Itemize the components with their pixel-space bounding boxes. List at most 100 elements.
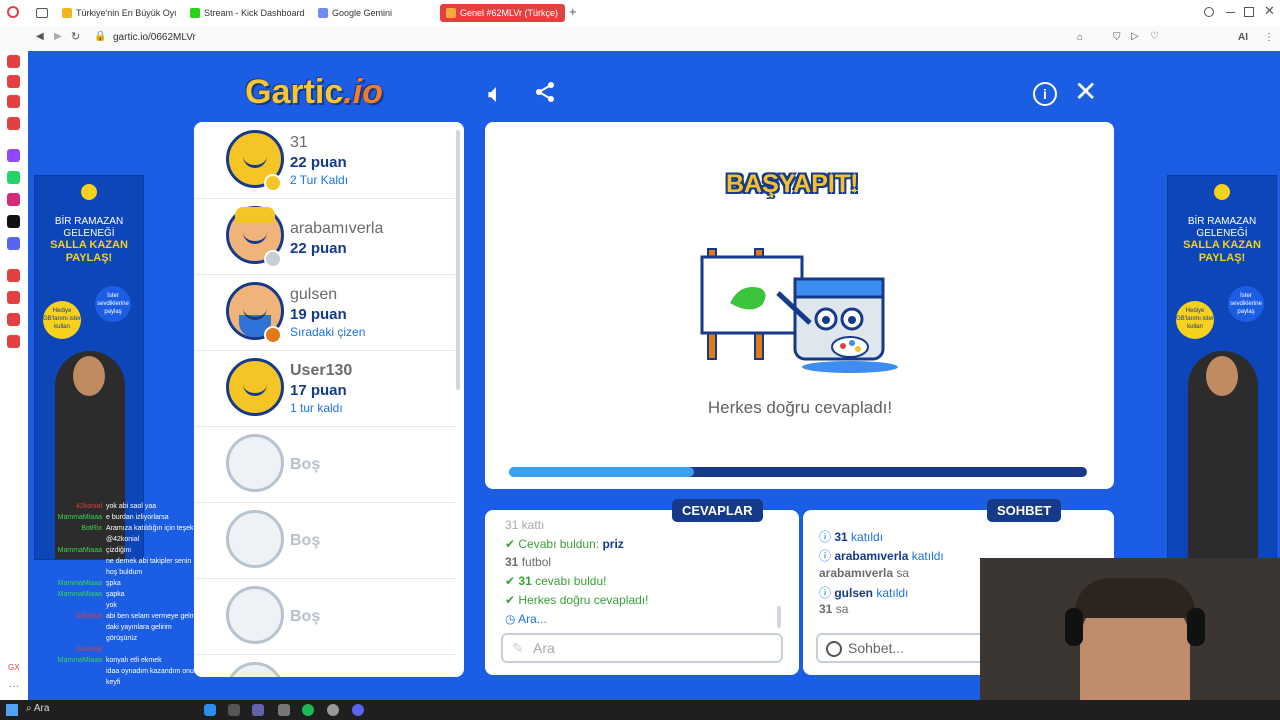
players-scrollbar[interactable]: [456, 130, 460, 390]
browser-sidebar: GX ···: [0, 51, 29, 720]
tab-kick[interactable]: Stream - Kick Dashboard: [184, 4, 309, 22]
player-row[interactable]: 31 22 puan 2 Tur Kaldı: [194, 122, 456, 199]
instagram-icon[interactable]: [7, 193, 20, 206]
search-icon[interactable]: [1204, 7, 1214, 17]
chat-input[interactable]: Sohbet...: [816, 633, 996, 663]
ai-button[interactable]: AI: [1238, 32, 1248, 43]
info-icon: ⓘ: [819, 549, 835, 563]
sidebar-settings-icon[interactable]: [7, 335, 20, 348]
tab-label: Stream - Kick Dashboard: [204, 8, 305, 18]
empty-slot: Boş: [194, 426, 456, 503]
stream-chat-row: yok: [40, 602, 250, 609]
taskbar-app-icon[interactable]: [228, 704, 240, 716]
check-icon: ✔: [505, 593, 519, 607]
restore-icon[interactable]: [1244, 7, 1254, 17]
taskbar-search[interactable]: ⌕ Ara: [26, 703, 156, 717]
taskbar-edge-icon[interactable]: [204, 704, 216, 716]
taskbar-teams-icon[interactable]: [252, 704, 264, 716]
sidebar-cube-icon[interactable]: [7, 313, 20, 326]
chat-text: katıldı: [876, 586, 909, 600]
stream-chat-row: 42konial abi ben selam vermeye gelmiştim: [40, 613, 250, 620]
taskbar-discord-icon[interactable]: [352, 704, 364, 716]
whatsapp-icon[interactable]: [7, 171, 20, 184]
streamer-hair: [1075, 578, 1195, 618]
shield-icon[interactable]: ⛉: [1113, 32, 1121, 43]
webcam-feed: [980, 558, 1280, 700]
stream-chat-row: MammaMiaaa e burdan izliyorlarsa: [40, 514, 250, 521]
back-icon[interactable]: ◀: [36, 31, 44, 42]
empty-avatar-icon: [226, 434, 284, 492]
reload-icon[interactable]: ↻: [71, 30, 80, 43]
tab-switcher-icon[interactable]: [36, 8, 48, 18]
headphone-icon: [1187, 608, 1205, 646]
logo-main: Gartic: [245, 73, 344, 111]
ad-bubble-left: Hediye GB'larımı ister kullan: [1176, 301, 1214, 339]
windows-start-icon[interactable]: [6, 704, 18, 716]
close-icon[interactable]: ✕: [1074, 78, 1097, 106]
answer-placeholder: Ara: [533, 640, 555, 656]
stream-chat-user: BotRix: [81, 525, 102, 532]
status-badge: [264, 174, 282, 192]
answer-line: ✔ 31 cevabı buldu!: [505, 574, 606, 588]
answers-scrollbar[interactable]: [777, 606, 781, 628]
taskbar-obs-icon[interactable]: [327, 704, 339, 716]
pin-icon[interactable]: ⌂: [1077, 32, 1083, 43]
discord-icon[interactable]: [7, 237, 20, 250]
taskbar: ⌕ Ara: [0, 700, 1280, 720]
logo-suffix: .io: [343, 73, 383, 111]
taskbar-app-icon[interactable]: [278, 704, 290, 716]
stream-chat-message: keyfi: [106, 679, 121, 686]
chat-user: arabamıverla: [819, 566, 894, 580]
chat-line: arabamıverla sa: [819, 566, 909, 580]
taskbar-spotify-icon[interactable]: [302, 704, 314, 716]
address-bar-row: ◀ ▶ ↻ 🔒 gartic.io/0662MLVr ⌂ ⛉ ▷ ♡ F AI …: [0, 26, 1280, 71]
player-row[interactable]: gulsen 19 puan Sıradaki çizen: [194, 274, 456, 351]
player-row[interactable]: User130 17 puan 1 tur kaldı: [194, 350, 456, 427]
stream-chat-message: şapka: [106, 591, 125, 598]
stage-message: Herkes doğru cevapladı!: [707, 398, 893, 417]
stream-chat-row: ne demek abi takipler senin: [40, 558, 250, 565]
share-icon[interactable]: [533, 80, 557, 104]
heart-icon[interactable]: ♡: [1150, 31, 1159, 42]
menu-icon[interactable]: ⋮: [1264, 32, 1274, 43]
tab-gartic[interactable]: Genel #62MLVr (Türkçe): [440, 4, 565, 22]
sidebar-game-icon[interactable]: [7, 95, 20, 108]
more-icon[interactable]: ···: [9, 681, 19, 692]
opera-logo-icon[interactable]: [7, 6, 19, 18]
found-prefix: Cevabı buldun:: [518, 537, 603, 551]
stream-chat-message: yok abi saol yaa: [106, 503, 157, 510]
forward-icon[interactable]: ▶: [54, 31, 62, 42]
ad-bubble-right: İster sevdiklerine paylaş: [1228, 286, 1264, 322]
tab-oyun[interactable]: Türkiye'nin En Büyük Oyun: [56, 4, 176, 22]
masterpiece-illustration: [700, 243, 900, 378]
close-window-icon[interactable]: ✕: [1264, 3, 1275, 19]
turkcell-logo-icon: [81, 184, 97, 200]
info-icon[interactable]: i: [1033, 82, 1057, 106]
play-icon[interactable]: ▷: [1131, 31, 1139, 42]
sidebar-clock-icon[interactable]: [7, 291, 20, 304]
sidebar-diamond-icon[interactable]: [7, 75, 20, 88]
url-field[interactable]: gartic.io/0662MLVr: [113, 32, 196, 43]
sidebar-chess-icon[interactable]: [7, 55, 20, 68]
stream-chat-row: görüşürüz: [40, 635, 250, 642]
new-tab-button[interactable]: +: [569, 4, 577, 19]
chat-text: katıldı: [851, 530, 884, 544]
x-icon[interactable]: [7, 215, 20, 228]
gx-icon[interactable]: GX: [8, 663, 20, 672]
twitch-icon[interactable]: [7, 149, 20, 162]
tab-gemini[interactable]: Google Gemini: [312, 4, 430, 22]
tab-label: Genel #62MLVr (Türkçe): [460, 8, 559, 18]
answer-input[interactable]: ✎ Ara: [501, 633, 783, 663]
stream-chat-overlay: 42konial yok abi saol yaa MammaMiaaa e burd…: [40, 503, 250, 698]
ad-banner-right[interactable]: BİR RAMAZAN GELENEĞİ SALLA KAZAN PAYLAŞ!…: [1167, 175, 1277, 560]
chat-label: SOHBET: [987, 499, 1062, 522]
tab-favicon-icon: [318, 8, 328, 18]
stream-chat-row: MammaMiaaa konyalı etli ekmek: [40, 657, 250, 664]
chat-line: ⓘ gulsen katıldı: [819, 584, 908, 601]
sidebar-star-icon[interactable]: [7, 117, 20, 130]
sound-icon[interactable]: 🔈︎: [488, 80, 504, 106]
sidebar-music-icon[interactable]: [7, 269, 20, 282]
stream-chat-user: MammaMiaaa: [57, 657, 102, 664]
minimize-icon[interactable]: [1226, 12, 1235, 13]
player-row[interactable]: arabamıverla 22 puan: [194, 198, 456, 275]
